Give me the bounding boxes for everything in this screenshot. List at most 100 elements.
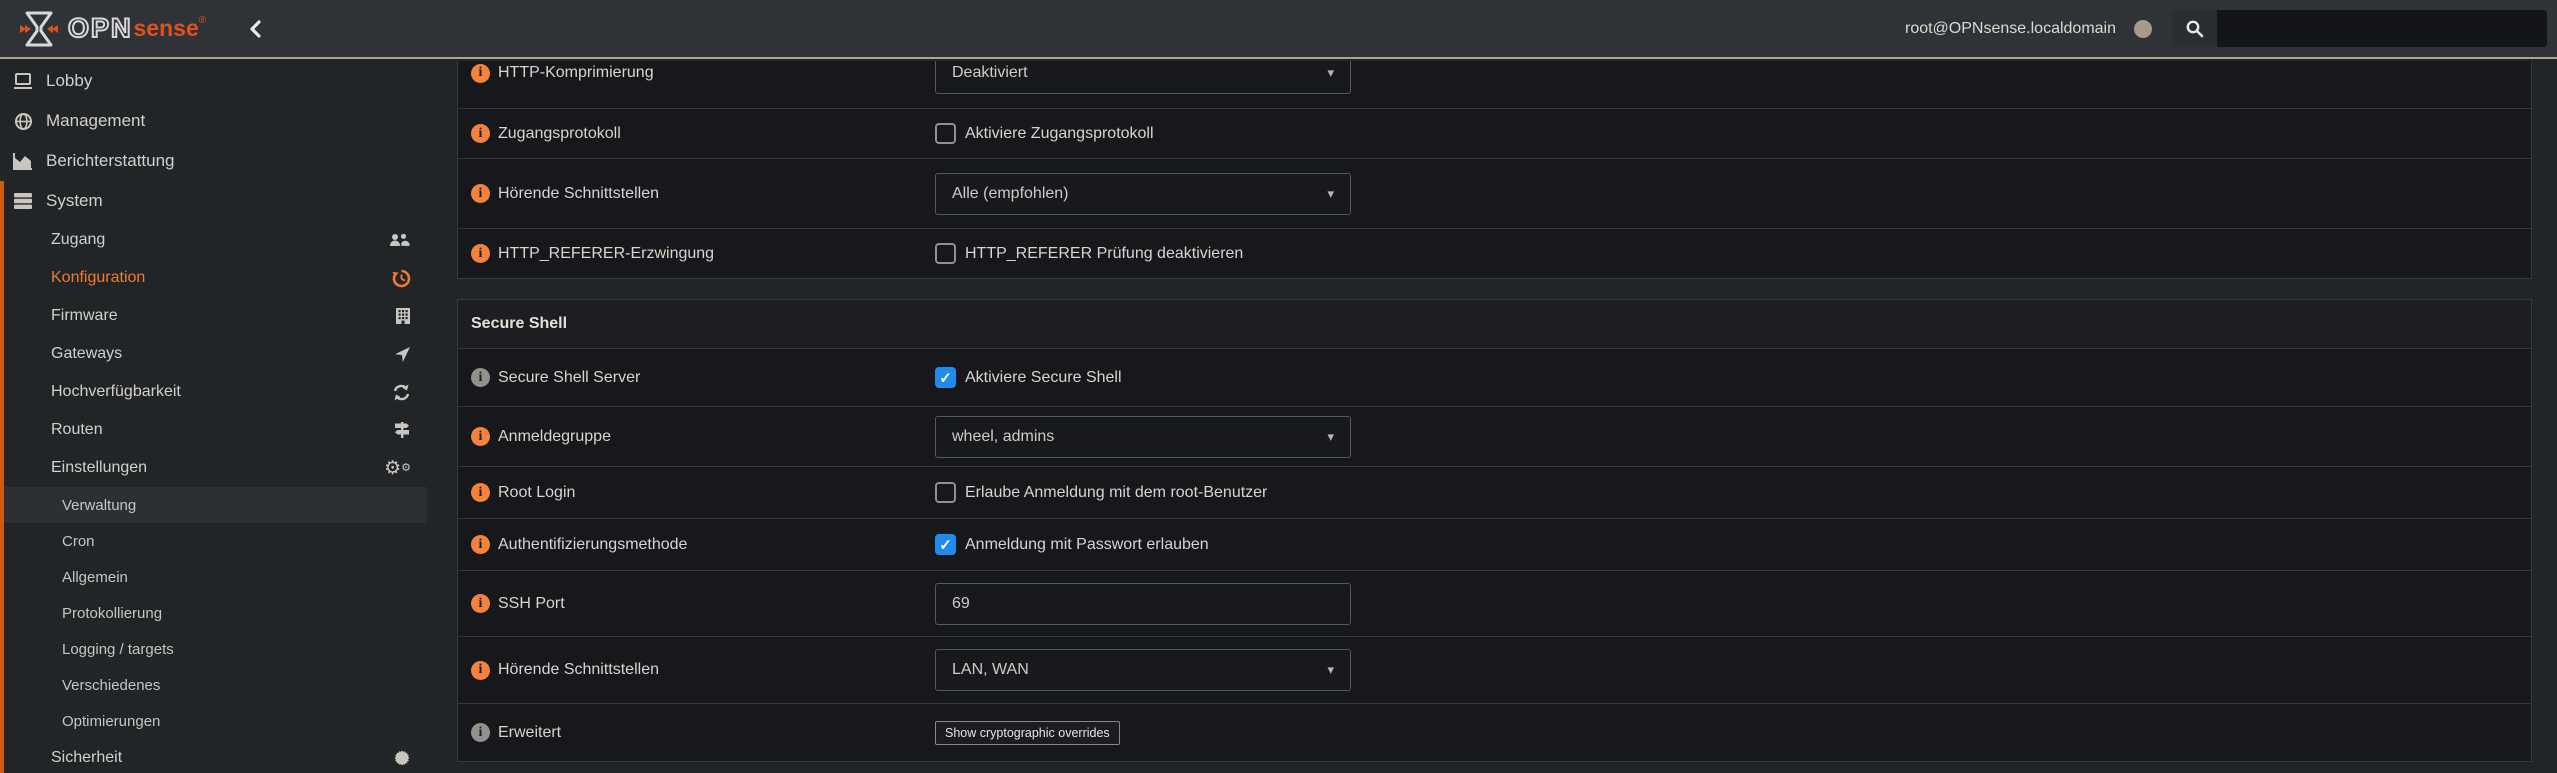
listen-interfaces-select[interactable]: Alle (empfohlen) bbox=[935, 173, 1351, 215]
checkbox-label[interactable]: Aktiviere Secure Shell bbox=[965, 369, 1122, 387]
info-icon[interactable] bbox=[471, 594, 490, 613]
server-icon bbox=[12, 192, 34, 210]
sidebar-item-system[interactable]: System bbox=[4, 181, 427, 221]
search-icon bbox=[2185, 19, 2204, 38]
field-label: Secure Shell Server bbox=[498, 369, 640, 387]
info-icon[interactable] bbox=[471, 723, 490, 742]
search-box bbox=[2172, 10, 2547, 47]
sidebar-item-verwaltung[interactable]: Verwaltung bbox=[4, 487, 427, 523]
sidebar-collapse-button[interactable] bbox=[248, 19, 262, 39]
sidebar-item-logging-targets[interactable]: Logging / targets bbox=[4, 631, 427, 667]
brand-text-primary: OPN bbox=[68, 13, 133, 44]
sidebar-item-label: Sicherheit bbox=[51, 749, 122, 767]
sidebar-item-label: Verwaltung bbox=[62, 497, 136, 514]
password-login-checkbox[interactable] bbox=[935, 534, 956, 555]
field-label: HTTP_REFERER-Erzwingung bbox=[498, 245, 714, 263]
checkbox-label[interactable]: Anmeldung mit Passwort erlauben bbox=[965, 536, 1209, 554]
field-label: Erweitert bbox=[498, 724, 561, 742]
checkbox-label[interactable]: Aktiviere Zugangsprotokoll bbox=[965, 125, 1154, 143]
sidebar-item-firmware[interactable]: Firmware bbox=[4, 297, 427, 335]
sidebar-item-konfiguration[interactable]: Konfiguration bbox=[4, 259, 427, 297]
topbar: OPNsense® root@OPNsense.localdomain bbox=[0, 0, 2557, 59]
sidebar-item-zugang[interactable]: Zugang bbox=[4, 221, 427, 259]
registered-mark: ® bbox=[199, 15, 206, 26]
sidebar-item-verschiedenes[interactable]: Verschiedenes bbox=[4, 667, 427, 703]
sidebar-item-label: Routen bbox=[51, 421, 103, 439]
sidebar-item-label: Logging / targets bbox=[62, 641, 174, 658]
info-icon[interactable] bbox=[471, 483, 490, 502]
field-label: Authentifizierungsmethode bbox=[498, 536, 687, 554]
checkbox-label[interactable]: Erlaube Anmeldung mit dem root-Benutzer bbox=[965, 484, 1267, 502]
ssh-listen-interfaces-select[interactable]: LAN, WAN bbox=[935, 649, 1351, 691]
form-row-http-referer: HTTP_REFERER-Erzwingung HTTP_REFERER Prü… bbox=[458, 228, 2531, 278]
search-input[interactable] bbox=[2217, 10, 2547, 47]
field-label: Hörende Schnittstellen bbox=[498, 661, 659, 679]
show-cryptographic-overrides-button[interactable]: Show cryptographic overrides bbox=[935, 721, 1120, 745]
selected-option: Deaktiviert bbox=[952, 64, 1028, 82]
section-header-secure-shell: Secure Shell bbox=[458, 300, 2531, 348]
map-signs-icon bbox=[393, 421, 411, 439]
info-icon[interactable] bbox=[471, 244, 490, 263]
sidebar-item-label: Firmware bbox=[51, 307, 118, 325]
form-row-anmeldegruppe: Anmeldegruppe wheel, admins bbox=[458, 406, 2531, 466]
sidebar-item-label: Einstellungen bbox=[51, 459, 147, 477]
sidebar-item-label: System bbox=[46, 191, 103, 211]
info-icon[interactable] bbox=[471, 184, 490, 203]
hourglass-icon bbox=[18, 10, 60, 48]
sidebar-item-optimierungen[interactable]: Optimierungen bbox=[4, 703, 427, 739]
form-row-erweitert: Erweitert Show cryptographic overrides bbox=[458, 703, 2531, 761]
info-icon[interactable] bbox=[471, 535, 490, 554]
sidebar-item-allgemein[interactable]: Allgemein bbox=[4, 559, 427, 595]
sidebar-item-routen[interactable]: Routen bbox=[4, 411, 427, 449]
form-row-ssh-port: SSH Port bbox=[458, 570, 2531, 636]
info-icon[interactable] bbox=[471, 427, 490, 446]
info-icon[interactable] bbox=[471, 368, 490, 387]
sidebar-item-label: Optimierungen bbox=[62, 713, 160, 730]
http-referer-checkbox[interactable] bbox=[935, 243, 956, 264]
access-log-checkbox[interactable] bbox=[935, 123, 956, 144]
logged-in-user: root@OPNsense.localdomain bbox=[1905, 20, 2116, 38]
sidebar-item-hochverfuegbarkeit[interactable]: Hochverfügbarkeit bbox=[4, 373, 427, 411]
sidebar-item-gateways[interactable]: Gateways bbox=[4, 335, 427, 373]
form-row-http-komprimierung: HTTP-Komprimierung Deaktiviert bbox=[458, 61, 2531, 108]
field-label: SSH Port bbox=[498, 595, 565, 613]
system-section: System Zugang Konfiguration Firmware Gat… bbox=[0, 181, 427, 773]
sidebar-item-cron[interactable]: Cron bbox=[4, 523, 427, 559]
sidebar-item-protokollierung[interactable]: Protokollierung bbox=[4, 595, 427, 631]
field-label: Hörende Schnittstellen bbox=[498, 185, 659, 203]
http-compression-select[interactable]: Deaktiviert bbox=[935, 61, 1351, 94]
webgui-settings-table: HTTP-Komprimierung Deaktiviert Zugangspr… bbox=[457, 61, 2532, 279]
chevron-down-icon bbox=[1327, 65, 1334, 81]
selected-option: Alle (empfohlen) bbox=[952, 185, 1069, 203]
enable-ssh-checkbox[interactable] bbox=[935, 367, 956, 388]
sidebar-item-lobby[interactable]: Lobby bbox=[0, 61, 427, 101]
sidebar-item-berichterstattung[interactable]: Berichterstattung bbox=[0, 141, 427, 181]
sidebar-item-label: Hochverfügbarkeit bbox=[51, 383, 181, 401]
secure-shell-table: Secure Shell Secure Shell Server Aktivie… bbox=[457, 299, 2532, 762]
sidebar-item-management[interactable]: Management bbox=[0, 101, 427, 141]
root-login-checkbox[interactable] bbox=[935, 482, 956, 503]
info-icon[interactable] bbox=[471, 124, 490, 143]
checkbox-label[interactable]: HTTP_REFERER Prüfung deaktivieren bbox=[965, 245, 1243, 263]
history-icon bbox=[392, 269, 411, 288]
sidebar-item-label: Cron bbox=[62, 533, 95, 550]
search-button[interactable] bbox=[2172, 10, 2217, 47]
selected-option: LAN, WAN bbox=[952, 661, 1029, 679]
chevron-down-icon bbox=[1327, 429, 1334, 445]
info-icon[interactable] bbox=[471, 64, 490, 83]
refresh-icon bbox=[392, 384, 411, 401]
desktop-icon bbox=[12, 72, 34, 90]
building-icon bbox=[395, 307, 411, 325]
certificate-icon bbox=[393, 749, 411, 767]
form-row-authentifizierungsmethode: Authentifizierungsmethode Anmeldung mit … bbox=[458, 518, 2531, 570]
info-icon[interactable] bbox=[471, 661, 490, 680]
form-row-zugangsprotokoll: Zugangsprotokoll Aktiviere Zugangsprotok… bbox=[458, 108, 2531, 158]
login-group-select[interactable]: wheel, admins bbox=[935, 416, 1351, 458]
opnsense-logo[interactable]: OPNsense® bbox=[18, 10, 206, 48]
sidebar-item-label: Verschiedenes bbox=[62, 677, 160, 694]
sidebar-item-einstellungen[interactable]: Einstellungen ⚙⚙ bbox=[4, 449, 427, 487]
form-row-secure-shell-server: Secure Shell Server Aktiviere Secure She… bbox=[458, 348, 2531, 406]
ssh-port-input[interactable] bbox=[935, 583, 1351, 625]
sidebar-item-sicherheit[interactable]: Sicherheit bbox=[4, 739, 427, 773]
cogs-icon: ⚙⚙ bbox=[384, 459, 411, 478]
